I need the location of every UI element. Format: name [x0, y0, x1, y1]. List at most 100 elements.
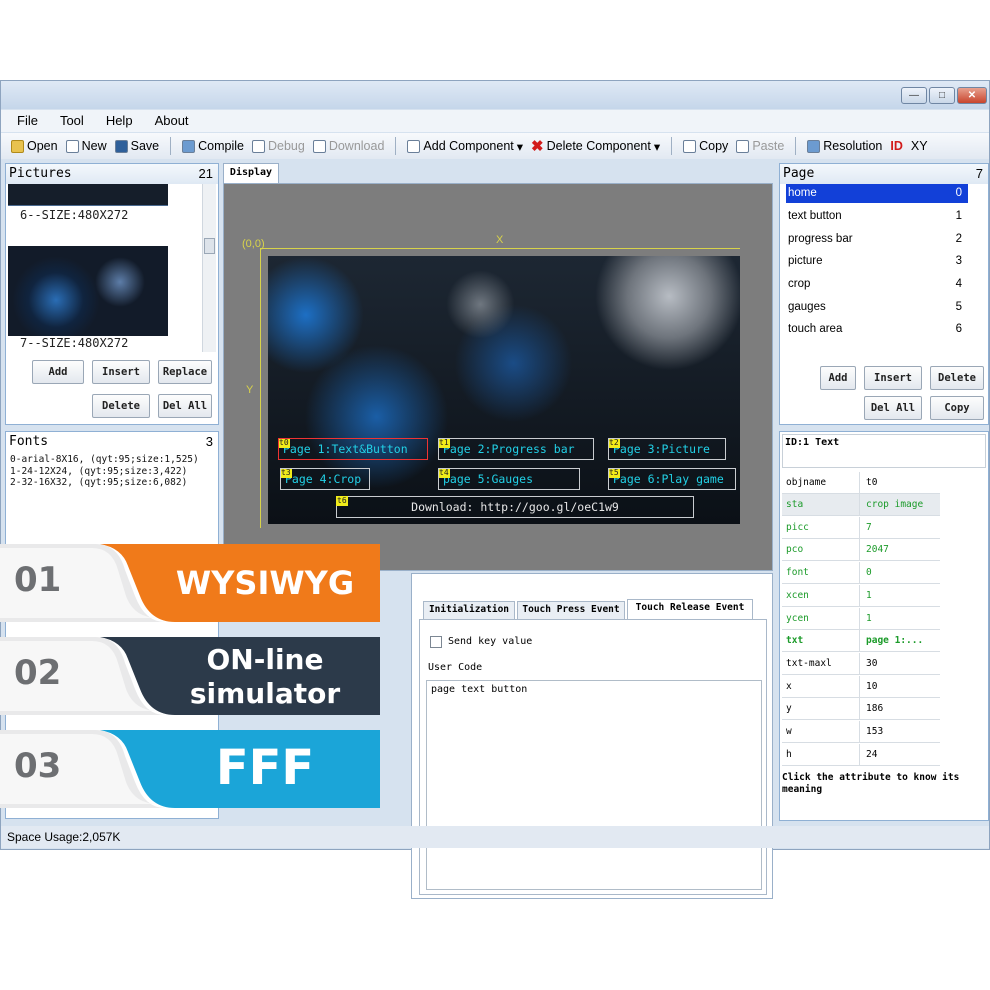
- scrollbar-thumb[interactable]: [204, 238, 215, 254]
- screen-button-page1[interactable]: t0 Page 1:Text&Button: [278, 438, 428, 460]
- tab-touch-press-event[interactable]: Touch Press Event: [517, 601, 625, 619]
- toolbar-separator: [795, 137, 797, 155]
- screen-button-page4[interactable]: t3 Page 4:Crop: [280, 468, 370, 490]
- user-code-label: User Code: [428, 662, 483, 673]
- banner-number: 03: [14, 746, 62, 786]
- xy-toggle[interactable]: XY: [911, 139, 928, 153]
- send-key-checkbox[interactable]: [430, 636, 442, 648]
- screen-button-page6[interactable]: t5 Page 6:Play game: [608, 468, 736, 490]
- menu-bar: File Tool Help About: [1, 110, 989, 132]
- tab-display[interactable]: Display: [223, 163, 279, 183]
- close-button[interactable]: ✕: [957, 87, 987, 104]
- picture-thumbnail-7[interactable]: [8, 246, 168, 336]
- new-button[interactable]: New: [65, 139, 107, 153]
- attribute-row[interactable]: pco 2047: [782, 539, 940, 561]
- add-component-icon: [407, 139, 421, 153]
- attribute-row[interactable]: y 186: [782, 698, 940, 720]
- page-item-gauges[interactable]: gauges 5: [786, 298, 968, 317]
- pictures-header: Pictures 21: [6, 164, 218, 184]
- feature-banner-1: 01 WYSIWYG: [0, 540, 380, 626]
- screen-download-text[interactable]: t6 Download: http://goo.gl/oeC1w9: [336, 496, 694, 518]
- copy-button[interactable]: Copy: [683, 139, 728, 153]
- screen-preview[interactable]: t0 Page 1:Text&Button t1 Page 2:Progress b…: [268, 256, 740, 524]
- menu-file[interactable]: File: [17, 110, 38, 132]
- picture-thumbnail-6[interactable]: [8, 184, 168, 206]
- picture-caption-7: 7--SIZE:480X272: [20, 336, 129, 350]
- paste-button[interactable]: Paste: [736, 139, 784, 153]
- delete-component-button[interactable]: ✖ Delete Component ▾: [531, 137, 660, 155]
- tab-initialization[interactable]: Initialization: [423, 601, 515, 619]
- attribute-row[interactable]: h 24: [782, 744, 940, 766]
- y-axis-label: Y: [246, 384, 254, 396]
- add-page-button[interactable]: Add: [820, 366, 856, 390]
- toolbar-separator: [671, 137, 673, 155]
- attribute-row[interactable]: x 10: [782, 676, 940, 698]
- page-item-text-button[interactable]: text button 1: [786, 207, 968, 226]
- user-code-editor[interactable]: page text button: [426, 680, 762, 890]
- attribute-row[interactable]: w 153: [782, 721, 940, 743]
- delete-all-pictures-button[interactable]: Del All: [158, 394, 212, 418]
- replace-picture-button[interactable]: Replace: [158, 360, 212, 384]
- page-item-picture[interactable]: picture 3: [786, 252, 968, 271]
- menu-help[interactable]: Help: [106, 110, 133, 132]
- delete-page-button[interactable]: Delete: [930, 366, 984, 390]
- attribute-header: ID:1 Text: [782, 434, 986, 468]
- add-picture-button[interactable]: Add: [32, 360, 84, 384]
- delete-all-pages-button[interactable]: Del All: [864, 396, 922, 420]
- attribute-row[interactable]: picc 7: [782, 517, 940, 539]
- banner-text: ON-line: [206, 643, 324, 676]
- pictures-panel: Pictures 21 6--SIZE:480X272 7--SIZE:480X2…: [5, 163, 219, 425]
- font-item[interactable]: 0-arial-8X16, (qyt:95;size:1,525): [10, 454, 199, 466]
- page-count: 7: [975, 166, 983, 181]
- add-component-button[interactable]: Add Component ▾: [407, 139, 523, 154]
- save-icon: [114, 139, 128, 153]
- compile-button[interactable]: Compile: [182, 139, 244, 153]
- insert-page-button[interactable]: Insert: [864, 366, 922, 390]
- page-item-progress-bar[interactable]: progress bar 2: [786, 230, 968, 249]
- copy-page-button[interactable]: Copy: [930, 396, 984, 420]
- compile-icon: [182, 139, 196, 153]
- banner-text: FFF: [215, 740, 315, 796]
- page-item-touch-area[interactable]: touch area 6: [786, 320, 968, 339]
- maximize-button[interactable]: □: [929, 87, 955, 104]
- open-button[interactable]: Open: [11, 139, 58, 153]
- screen-button-page5[interactable]: t4 page 5:Gauges: [438, 468, 580, 490]
- title-bar: — □ ✕: [1, 81, 989, 109]
- attribute-row[interactable]: txt page 1:...: [782, 630, 940, 652]
- attribute-row[interactable]: objname t0: [782, 472, 940, 494]
- banner-text: simulator: [189, 677, 341, 710]
- menu-about[interactable]: About: [155, 110, 189, 132]
- download-button[interactable]: Download: [312, 139, 384, 153]
- tab-touch-release-event[interactable]: Touch Release Event: [627, 599, 753, 619]
- menu-tool[interactable]: Tool: [60, 110, 84, 132]
- id-toggle[interactable]: ID: [890, 139, 903, 153]
- banner-number: 01: [14, 560, 62, 600]
- screen-button-page2[interactable]: t1 Page 2:Progress bar: [438, 438, 594, 460]
- delete-picture-button[interactable]: Delete: [92, 394, 150, 418]
- send-key-label: Send key value: [448, 636, 533, 647]
- font-item[interactable]: 1-24-12X24, (qyt:95;size:3,422): [10, 466, 199, 478]
- chevron-down-icon: ▾: [653, 139, 661, 154]
- attribute-row[interactable]: sta crop image: [782, 494, 940, 516]
- screen-button-page3[interactable]: t2 Page 3:Picture: [608, 438, 726, 460]
- save-button[interactable]: Save: [114, 139, 159, 153]
- component-tag: t5: [609, 468, 620, 478]
- debug-icon: [251, 139, 265, 153]
- attribute-row[interactable]: ycen 1: [782, 608, 940, 630]
- minimize-button[interactable]: —: [901, 87, 927, 104]
- page-item-home[interactable]: home 0: [786, 184, 968, 203]
- insert-picture-button[interactable]: Insert: [92, 360, 150, 384]
- page-item-crop[interactable]: crop 4: [786, 275, 968, 294]
- attribute-row[interactable]: txt-maxl 30: [782, 653, 940, 675]
- picture-caption-6: 6--SIZE:480X272: [20, 208, 129, 222]
- resolution-button[interactable]: Resolution: [807, 139, 882, 153]
- debug-button[interactable]: Debug: [251, 139, 305, 153]
- component-tag: t4: [439, 468, 450, 478]
- pictures-scrollbar[interactable]: [202, 184, 216, 352]
- event-panel: Send key value User Code page text butto…: [419, 619, 767, 895]
- font-item[interactable]: 2-32-16X32, (qyt:95;size:6,082): [10, 477, 199, 489]
- attribute-row[interactable]: xcen 1: [782, 585, 940, 607]
- red-x-icon: ✖: [531, 138, 544, 155]
- attribute-row[interactable]: font 0: [782, 562, 940, 584]
- fonts-count: 3: [205, 434, 213, 449]
